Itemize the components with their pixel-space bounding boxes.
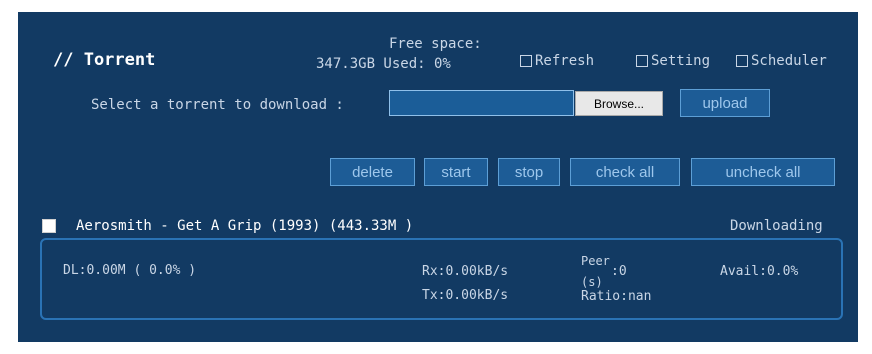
download-progress: DL:0.00M ( 0.0% ) (63, 263, 197, 278)
delete-button[interactable]: delete (330, 158, 415, 186)
torrent-status: Downloading (730, 218, 823, 234)
transmit-rate: Tx:0.00kB/s (422, 288, 509, 303)
refresh-option[interactable]: Refresh (520, 53, 594, 69)
torrent-file-input[interactable] (389, 90, 574, 116)
free-space-label: Free space: (389, 36, 482, 52)
stop-button[interactable]: stop (498, 158, 560, 186)
upload-button[interactable]: upload (680, 89, 770, 117)
setting-checkbox[interactable] (636, 55, 648, 67)
torrent-row-checkbox[interactable] (42, 219, 56, 233)
share-ratio: Ratio:nan (581, 289, 652, 304)
refresh-checkbox[interactable] (520, 55, 532, 67)
receive-rate: Rx:0.00kB/s (422, 264, 509, 279)
torrent-detail-box (40, 238, 843, 320)
uncheck-all-button[interactable]: uncheck all (691, 158, 835, 186)
torrent-title: Aerosmith - Get A Grip (1993) (443.33M ) (76, 218, 414, 234)
peer-label: Peer (581, 254, 610, 268)
peer-label-suffix: (s) (581, 275, 603, 289)
page-title: // Torrent (53, 50, 156, 70)
free-space-value: 347.3GB Used: 0% (316, 56, 451, 72)
start-button[interactable]: start (424, 158, 488, 186)
peer-count: :0 (611, 264, 627, 279)
availability: Avail:0.0% (720, 264, 799, 279)
select-torrent-label: Select a torrent to download : (91, 97, 344, 113)
setting-label: Setting (651, 53, 711, 69)
scheduler-checkbox[interactable] (736, 55, 748, 67)
scheduler-option[interactable]: Scheduler (736, 53, 827, 69)
check-all-button[interactable]: check all (570, 158, 680, 186)
torrent-panel: // Torrent Free space: 347.3GB Used: 0% … (18, 12, 858, 342)
scheduler-label: Scheduler (751, 53, 827, 69)
setting-option[interactable]: Setting (636, 53, 710, 69)
refresh-label: Refresh (535, 53, 595, 69)
browse-button[interactable]: Browse... (575, 91, 663, 116)
